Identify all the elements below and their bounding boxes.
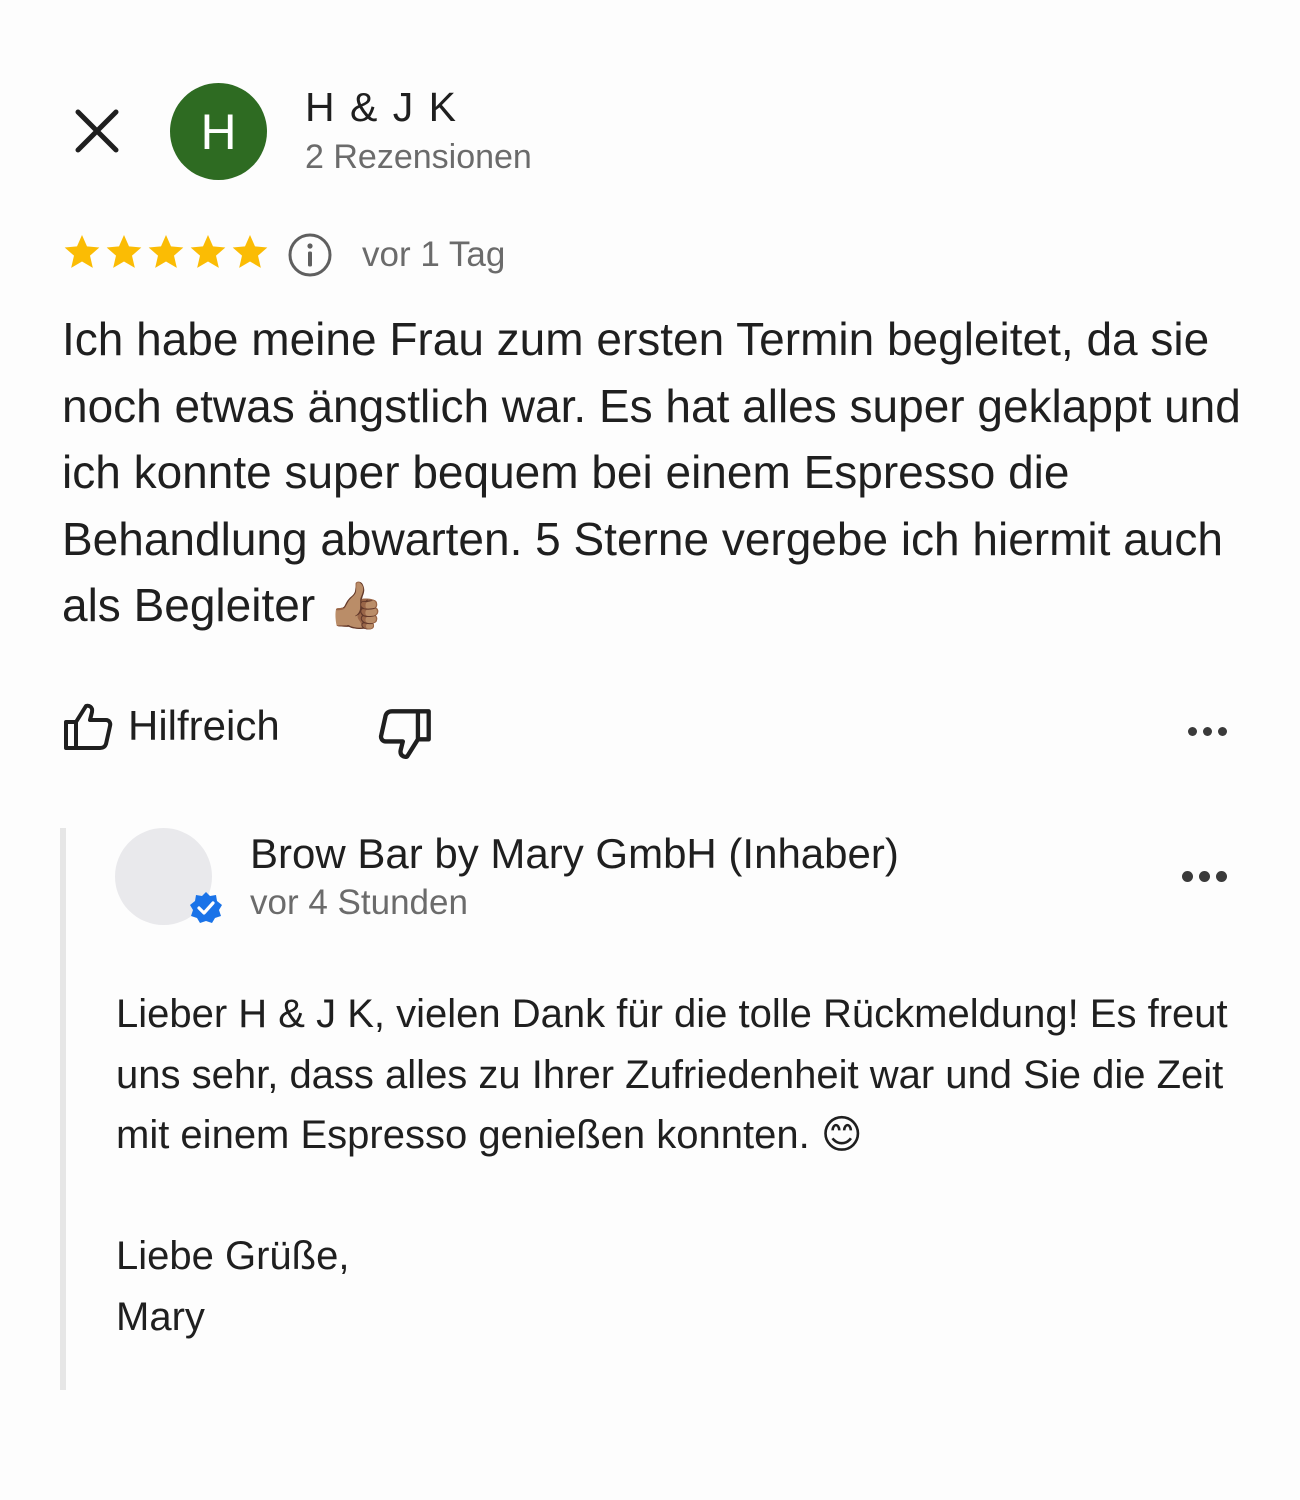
close-button[interactable]: [66, 100, 128, 162]
thumbs-up-icon: [64, 703, 113, 750]
review-date: vor 1 Tag: [362, 235, 506, 274]
reply-date: vor 4 Stunden: [250, 883, 468, 922]
more-dot: [1182, 871, 1193, 882]
smile-emoji: 😊: [820, 1112, 863, 1158]
reviewer-avatar[interactable]: H: [170, 83, 267, 180]
thumbs-down-icon: [378, 709, 431, 759]
more-dot: [1188, 727, 1197, 736]
thumbs-up-emoji: 👍🏽: [327, 578, 386, 632]
review-text: Ich habe meine Frau zum ersten Termin be…: [62, 306, 1262, 639]
review-more-button[interactable]: [1188, 727, 1227, 736]
reply-body: Lieber H & J K, vielen Dank für die toll…: [116, 992, 1228, 1157]
review-count: 2 Rezensionen: [305, 138, 532, 176]
verified-icon: [190, 892, 222, 923]
more-dot: [1216, 871, 1227, 882]
reply-more-button[interactable]: [1182, 871, 1227, 882]
owner-name: Brow Bar by Mary GmbH (Inhaber): [250, 830, 899, 877]
star-icon: [190, 235, 226, 268]
reply-divider: [60, 828, 66, 1390]
verified-badge: [189, 891, 223, 925]
close-icon: [75, 109, 119, 153]
reply-greeting: Liebe Grüße, Mary: [116, 1226, 349, 1347]
more-dot: [1199, 871, 1210, 882]
more-dot: [1203, 727, 1212, 736]
review-body: Ich habe meine Frau zum ersten Termin be…: [62, 313, 1241, 631]
info-icon: [288, 233, 332, 277]
not-helpful-button[interactable]: [377, 707, 433, 763]
avatar-initial: H: [200, 103, 237, 160]
reply-text: Lieber H & J K, vielen Dank für die toll…: [116, 984, 1256, 1166]
reviewer-name[interactable]: H & J K: [305, 84, 458, 131]
helpful-button[interactable]: Hilfreich: [62, 700, 280, 752]
signature: Mary: [116, 1294, 205, 1339]
star-icon: [232, 235, 268, 268]
helpful-label: Hilfreich: [128, 702, 280, 749]
star-rating: [62, 230, 270, 274]
more-dot: [1218, 727, 1227, 736]
info-button[interactable]: [287, 232, 333, 278]
greeting-line: Liebe Grüße,: [116, 1234, 350, 1278]
star-icon: [106, 235, 142, 268]
star-icon: [148, 235, 184, 268]
star-icon: [64, 235, 100, 268]
